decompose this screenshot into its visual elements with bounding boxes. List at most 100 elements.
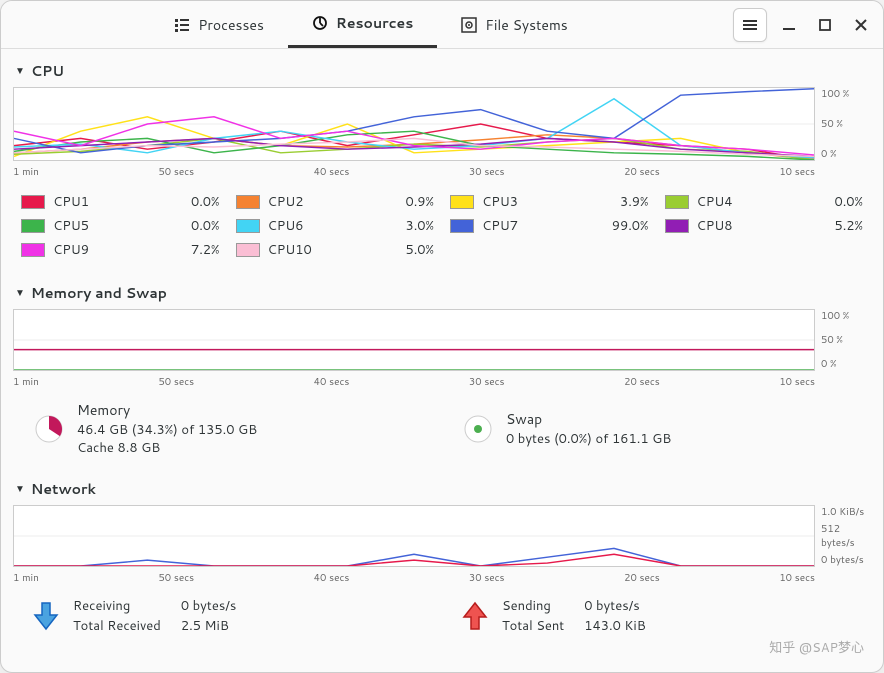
cpu-name: CPU6 [268, 217, 398, 235]
download-arrow-icon [33, 601, 59, 631]
memory-section-title: Memory and Swap [31, 283, 167, 303]
yaxis-label: 512 bytes/s [821, 522, 871, 550]
yaxis-label: 100 % [821, 309, 871, 323]
xaxis-label: 30 secs [469, 375, 505, 389]
maximize-button[interactable] [811, 11, 839, 39]
cpu-name: CPU5 [53, 217, 183, 235]
network-xaxis: 1 min50 secs40 secs30 secs20 secs10 secs [13, 567, 871, 589]
chevron-down-icon: ▼ [15, 286, 25, 300]
color-swatch [236, 243, 260, 257]
xaxis-label: 30 secs [469, 571, 505, 585]
yaxis-label: 0 bytes/s [821, 553, 871, 567]
receiving-block: Receiving 0 bytes/s Total Received 2.5 M… [33, 597, 422, 635]
memory-section: ▼ Memory and Swap 100 % 50 % 0 % 1 min50… [13, 277, 871, 465]
upload-arrow-icon [462, 601, 488, 631]
memory-usage: 46.4 GB (34.3%) of 135.0 GB [77, 421, 257, 439]
cpu-legend-item[interactable]: CPU7 99.0% [450, 217, 649, 235]
color-swatch [665, 195, 689, 209]
cpu-section-title: CPU [31, 61, 64, 81]
xaxis-label: 40 secs [314, 571, 350, 585]
xaxis-label: 20 secs [624, 165, 660, 179]
network-section-title: Network [31, 479, 96, 499]
cpu-percentage: 0.9% [405, 193, 434, 211]
network-section-header[interactable]: ▼ Network [13, 473, 871, 505]
cpu-legend-item[interactable]: CPU10 5.0% [236, 241, 435, 259]
cpu-name: CPU2 [268, 193, 398, 211]
cpu-legend-item[interactable]: CPU4 0.0% [665, 193, 864, 211]
cpu-legend-item[interactable]: CPU5 0.0% [21, 217, 220, 235]
cpu-name: CPU7 [482, 217, 604, 235]
total-received-value: 2.5 MiB [181, 617, 236, 635]
yaxis-label: 100 % [821, 87, 871, 101]
color-swatch [236, 219, 260, 233]
color-swatch [236, 195, 260, 209]
window-controls [733, 8, 875, 42]
xaxis-label: 50 secs [158, 165, 194, 179]
minimize-button[interactable] [775, 11, 803, 39]
color-swatch [21, 195, 45, 209]
xaxis-label: 1 min [13, 375, 39, 389]
memory-yaxis: 100 % 50 % 0 % [815, 309, 871, 371]
xaxis-label: 40 secs [314, 375, 350, 389]
cpu-percentage: 0.0% [191, 193, 220, 211]
cpu-legend-item[interactable]: CPU8 5.2% [665, 217, 864, 235]
cpu-legend-item[interactable]: CPU1 0.0% [21, 193, 220, 211]
xaxis-label: 10 secs [779, 571, 815, 585]
yaxis-label: 0 % [821, 357, 871, 371]
xaxis-label: 50 secs [158, 571, 194, 585]
xaxis-label: 40 secs [314, 165, 350, 179]
receiving-label: Receiving [73, 597, 161, 615]
sending-rate: 0 bytes/s [584, 597, 646, 615]
tab-switcher: Processes Resources File Systems [9, 2, 733, 48]
chevron-down-icon: ▼ [15, 64, 25, 78]
xaxis-label: 1 min [13, 165, 39, 179]
tab-resources[interactable]: Resources [288, 2, 437, 48]
system-monitor-window: Processes Resources File Systems [0, 0, 884, 673]
cpu-legend-item[interactable]: CPU6 3.0% [236, 217, 435, 235]
yaxis-label: 0 % [821, 147, 871, 161]
cpu-yaxis: 100 % 50 % 0 % [815, 87, 871, 161]
memory-pie-icon [33, 413, 65, 445]
sending-block: Sending 0 bytes/s Total Sent 143.0 KiB [462, 597, 851, 635]
cpu-percentage: 5.0% [405, 241, 434, 259]
cpu-section-header[interactable]: ▼ CPU [13, 55, 871, 87]
tab-filesystems-label: File Systems [485, 15, 567, 35]
xaxis-label: 20 secs [624, 375, 660, 389]
processes-icon [174, 17, 190, 33]
cpu-percentage: 3.9% [620, 193, 649, 211]
cpu-percentage: 5.2% [834, 217, 863, 235]
color-swatch [450, 195, 474, 209]
hamburger-menu-button[interactable] [733, 8, 767, 42]
total-sent-value: 143.0 KiB [584, 617, 646, 635]
memory-chart [13, 309, 815, 371]
swap-pie-icon [462, 413, 494, 445]
memory-section-header[interactable]: ▼ Memory and Swap [13, 277, 871, 309]
color-swatch [21, 219, 45, 233]
network-yaxis: 1.0 KiB/s 512 bytes/s 0 bytes/s [815, 505, 871, 567]
cpu-name: CPU9 [53, 241, 183, 259]
xaxis-label: 1 min [13, 571, 39, 585]
receiving-rate: 0 bytes/s [181, 597, 236, 615]
yaxis-label: 50 % [821, 117, 871, 131]
cpu-legend-item[interactable]: CPU9 7.2% [21, 241, 220, 259]
content-area: ▼ CPU 100 % 50 % 0 % 1 min 50 secs 40 secs… [1, 49, 883, 672]
cpu-name: CPU4 [697, 193, 827, 211]
memory-title: Memory [77, 401, 257, 421]
network-section: ▼ Network 1.0 KiB/s 512 bytes/s 0 bytes/… [13, 473, 871, 643]
total-received-label: Total Received [73, 617, 161, 635]
yaxis-label: 1.0 KiB/s [821, 505, 871, 519]
tab-resources-label: Resources [336, 13, 413, 33]
cpu-legend-item[interactable]: CPU2 0.9% [236, 193, 435, 211]
titlebar: Processes Resources File Systems [1, 1, 883, 49]
cpu-chart [13, 87, 815, 161]
cpu-name: CPU10 [268, 241, 398, 259]
tab-processes[interactable]: Processes [150, 2, 288, 48]
memory-xaxis: 1 min50 secs40 secs30 secs20 secs10 secs [13, 371, 871, 393]
tab-filesystems[interactable]: File Systems [437, 2, 591, 48]
resources-icon [312, 15, 328, 31]
memory-block: Memory 46.4 GB (34.3%) of 135.0 GB Cache… [33, 401, 422, 457]
cpu-legend: CPU1 0.0% CPU2 0.9% CPU3 3.9% CPU4 0.0% … [13, 183, 871, 269]
close-button[interactable] [847, 11, 875, 39]
color-swatch [450, 219, 474, 233]
cpu-legend-item[interactable]: CPU3 3.9% [450, 193, 649, 211]
